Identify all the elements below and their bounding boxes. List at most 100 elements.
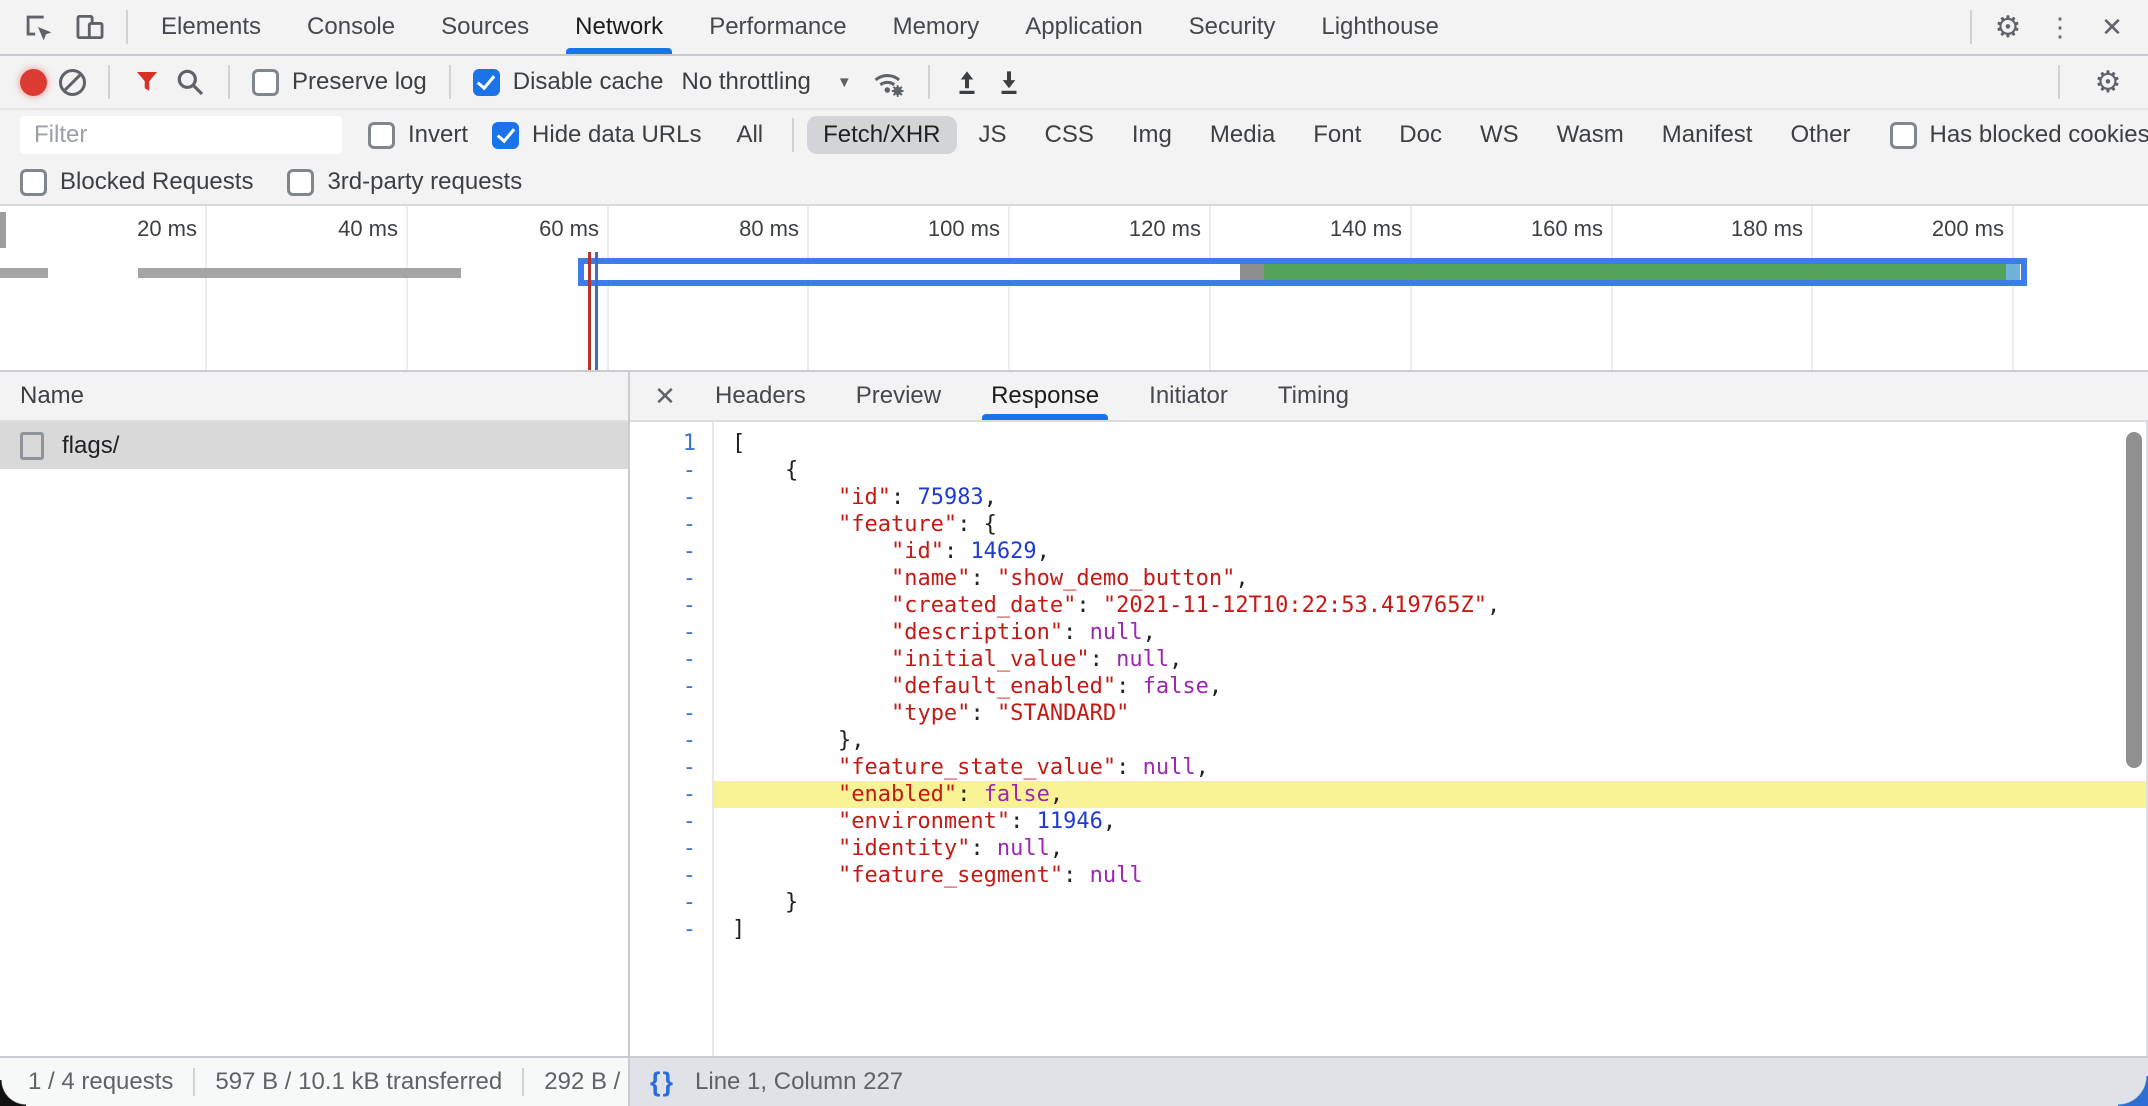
has-blocked-cookies-checkbox[interactable] [1890, 122, 1917, 149]
network-conditions-button[interactable] [870, 65, 906, 99]
filter-type-media[interactable]: Media [1194, 116, 1291, 154]
preserve-log-checkbox[interactable] [252, 69, 279, 96]
code-line-15[interactable]: - "environment": 11946, [630, 808, 2148, 835]
detail-tab-headers[interactable]: Headers [690, 372, 831, 420]
code-line-13[interactable]: - "feature_state_value": null, [630, 754, 2148, 781]
code-line-18[interactable]: - } [630, 889, 2148, 916]
network-settings-gear-icon[interactable]: ⚙ [2082, 65, 2134, 100]
kebab-menu-icon[interactable]: ⋮ [2034, 12, 2086, 43]
settings-gear-icon[interactable]: ⚙ [1982, 10, 2034, 45]
device-toolbar-button[interactable] [64, 0, 116, 54]
filter-type-other[interactable]: Other [1774, 116, 1866, 154]
filter-type-all[interactable]: All [720, 116, 779, 154]
waterfall-overview[interactable]: 20 ms40 ms60 ms80 ms100 ms120 ms140 ms16… [0, 206, 2148, 372]
preserve-log-option[interactable]: Preserve log [252, 68, 427, 96]
filter-type-doc[interactable]: Doc [1383, 116, 1458, 154]
code-line-7[interactable]: - "created_date": "2021-11-12T10:22:53.4… [630, 592, 2148, 619]
ruler-tick-label: 60 ms [449, 216, 599, 242]
export-har-button[interactable] [994, 67, 1024, 97]
hide-data-urls-label: Hide data URLs [532, 121, 701, 149]
disable-cache-checkbox[interactable] [473, 69, 500, 96]
code-line-19[interactable]: -] [630, 916, 2148, 943]
code-line-10[interactable]: - "default_enabled": false, [630, 673, 2148, 700]
response-code: 1[- {- "id": 75983,- "feature": {- "id":… [630, 430, 2148, 943]
filter-toggle-button[interactable] [132, 67, 162, 97]
tab-sources[interactable]: Sources [418, 0, 552, 54]
ruler-gridline [1008, 206, 1010, 370]
invert-checkbox[interactable] [368, 122, 395, 149]
code-text: "default_enabled": false, [712, 673, 2148, 700]
tab-memory[interactable]: Memory [870, 0, 1003, 54]
filter-type-font[interactable]: Font [1297, 116, 1377, 154]
code-line-6[interactable]: - "name": "show_demo_button", [630, 565, 2148, 592]
filter-type-css[interactable]: CSS [1029, 116, 1110, 154]
requests-name-header[interactable]: Name [0, 372, 628, 422]
hide-data-urls-checkbox[interactable] [492, 122, 519, 149]
code-line-1[interactable]: 1[ [630, 430, 2148, 457]
code-line-3[interactable]: - "id": 75983, [630, 484, 2148, 511]
code-line-8[interactable]: - "description": null, [630, 619, 2148, 646]
filter-type-img[interactable]: Img [1116, 116, 1188, 154]
tab-network[interactable]: Network [552, 0, 686, 54]
code-line-5[interactable]: - "id": 14629, [630, 538, 2148, 565]
hide-data-urls-option[interactable]: Hide data URLs [492, 121, 701, 149]
inspect-element-button[interactable] [12, 0, 64, 54]
network-summary-bar: 1 / 4 requests 597 B / 10.1 kB transferr… [0, 1058, 630, 1106]
tab-application[interactable]: Application [1002, 0, 1165, 54]
blocked-requests-checkbox[interactable] [20, 169, 47, 196]
line-gutter: - [630, 808, 712, 835]
code-line-17[interactable]: - "feature_segment": null [630, 862, 2148, 889]
code-line-16[interactable]: - "identity": null, [630, 835, 2148, 862]
throttling-dropdown[interactable]: No throttling ▼ [675, 68, 857, 96]
code-line-2[interactable]: - { [630, 457, 2148, 484]
detail-tab-preview[interactable]: Preview [831, 372, 966, 420]
device-toolbar-icon [73, 10, 107, 44]
detail-tab-initiator[interactable]: Initiator [1124, 372, 1253, 420]
stalled-segment [1240, 264, 1264, 280]
selected-request-timing-bar[interactable] [578, 258, 2027, 286]
pretty-print-icon[interactable]: {} [650, 1067, 675, 1098]
code-line-11[interactable]: - "type": "STANDARD" [630, 700, 2148, 727]
tab-console[interactable]: Console [284, 0, 418, 54]
third-party-requests-option[interactable]: 3rd-party requests [287, 168, 522, 196]
detail-tab-timing[interactable]: Timing [1253, 372, 1374, 420]
import-har-button[interactable] [952, 67, 982, 97]
funnel-icon [132, 67, 162, 97]
request-timing-bar-gray-2[interactable] [138, 268, 461, 278]
scrollbar-thumb[interactable] [2126, 432, 2142, 768]
tab-security[interactable]: Security [1166, 0, 1299, 54]
filter-type-js[interactable]: JS [963, 116, 1023, 154]
disable-cache-option[interactable]: Disable cache [473, 68, 664, 96]
response-viewer[interactable]: 1[- {- "id": 75983,- "feature": {- "id":… [630, 422, 2148, 1056]
record-network-log-button[interactable] [20, 69, 47, 96]
code-line-12[interactable]: - }, [630, 727, 2148, 754]
detail-tab-response[interactable]: Response [966, 372, 1124, 420]
code-text: "name": "show_demo_button", [712, 565, 2148, 592]
download-arrow-icon [994, 67, 1024, 97]
filter-input[interactable] [20, 116, 342, 154]
search-button[interactable] [174, 66, 206, 98]
code-text: ] [712, 916, 2148, 943]
close-devtools-icon[interactable]: ✕ [2086, 12, 2138, 43]
filter-type-manifest[interactable]: Manifest [1646, 116, 1769, 154]
filter-type-wasm[interactable]: Wasm [1541, 116, 1640, 154]
tab-lighthouse[interactable]: Lighthouse [1298, 0, 1461, 54]
window-corner-bottom-right [2118, 1076, 2148, 1106]
ruler-tick-label: 20 ms [47, 216, 197, 242]
code-line-9[interactable]: - "initial_value": null, [630, 646, 2148, 673]
close-detail-icon[interactable]: ✕ [640, 372, 690, 420]
invert-option[interactable]: Invert [368, 121, 468, 149]
third-party-requests-checkbox[interactable] [287, 169, 314, 196]
request-timing-bar-gray-1[interactable] [0, 268, 48, 278]
code-line-14[interactable]: - "enabled": false, [630, 781, 2148, 808]
filter-type-ws[interactable]: WS [1464, 116, 1535, 154]
filter-type-fetch-xhr[interactable]: Fetch/XHR [807, 116, 956, 154]
line-gutter: - [630, 457, 712, 484]
request-row-flags[interactable]: flags/ [0, 422, 628, 469]
blocked-requests-option[interactable]: Blocked Requests [20, 168, 253, 196]
code-line-4[interactable]: - "feature": { [630, 511, 2148, 538]
has-blocked-cookies-option[interactable]: Has blocked cookies [1890, 121, 2148, 149]
clear-network-log-icon[interactable] [59, 69, 86, 96]
tab-performance[interactable]: Performance [686, 0, 869, 54]
tab-elements[interactable]: Elements [138, 0, 284, 54]
